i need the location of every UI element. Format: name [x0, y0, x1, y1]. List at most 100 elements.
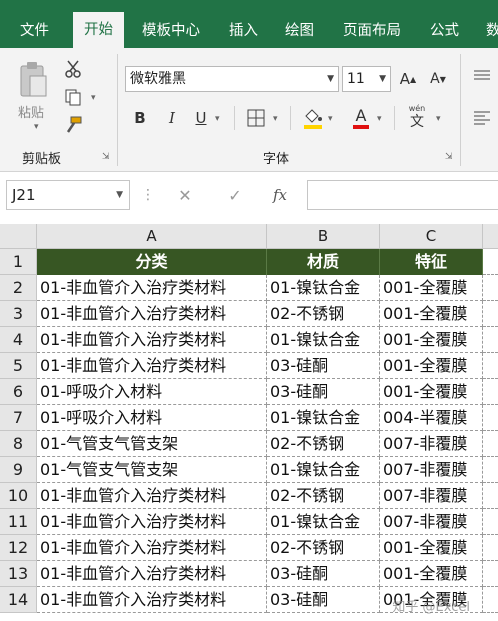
table-cell[interactable]: 03-硅酮 — [267, 587, 380, 613]
table-cell[interactable]: 007-非覆膜 — [380, 431, 483, 457]
row-header[interactable]: 12 — [0, 535, 37, 561]
empty-cell[interactable] — [483, 457, 498, 483]
font-color-dropdown-icon[interactable]: ▾ — [377, 114, 382, 124]
select-all-corner[interactable] — [0, 224, 37, 249]
align-left-icon[interactable] — [470, 106, 494, 130]
underline-dropdown-icon[interactable]: ▾ — [215, 114, 220, 124]
formula-input[interactable] — [307, 180, 498, 210]
row-header[interactable]: 3 — [0, 301, 37, 327]
italic-button[interactable]: I — [162, 106, 182, 130]
empty-cell[interactable] — [483, 379, 498, 405]
empty-cell[interactable] — [483, 509, 498, 535]
table-cell[interactable]: 007-非覆膜 — [380, 509, 483, 535]
empty-cell[interactable] — [483, 535, 498, 561]
table-cell[interactable]: 01-非血管介入治疗类材料 — [37, 587, 267, 613]
tab-template-center[interactable]: 模板中心 — [142, 0, 200, 48]
table-cell[interactable]: 03-硅酮 — [267, 561, 380, 587]
copy-dropdown-icon[interactable]: ▾ — [91, 93, 96, 103]
row-header[interactable]: 1 — [0, 249, 37, 275]
paste-label[interactable]: 粘贴 — [18, 102, 44, 121]
table-cell[interactable]: 01-非血管介入治疗类材料 — [37, 353, 267, 379]
table-cell[interactable]: 01-非血管介入治疗类材料 — [37, 301, 267, 327]
table-header-cell[interactable]: 特征 — [380, 249, 483, 275]
table-cell[interactable]: 001-全覆膜 — [380, 327, 483, 353]
empty-cell[interactable] — [483, 405, 498, 431]
table-cell[interactable]: 01-非血管介入治疗类材料 — [37, 275, 267, 301]
row-header[interactable]: 10 — [0, 483, 37, 509]
table-cell[interactable]: 01-镍钛合金 — [267, 509, 380, 535]
table-cell[interactable]: 01-呼吸介入材料 — [37, 379, 267, 405]
empty-cell[interactable] — [483, 249, 498, 275]
empty-cell[interactable] — [483, 561, 498, 587]
table-cell[interactable]: 02-不锈钢 — [267, 301, 380, 327]
phonetic-guide-icon[interactable]: wén 文 — [404, 102, 430, 132]
table-cell[interactable]: 03-硅酮 — [267, 379, 380, 405]
insert-function-button[interactable]: fx — [268, 184, 292, 206]
column-header-c[interactable]: C — [380, 224, 483, 249]
empty-cell[interactable] — [483, 327, 498, 353]
table-cell[interactable]: 001-全覆膜 — [380, 353, 483, 379]
tab-formulas[interactable]: 公式 — [430, 0, 459, 48]
fill-color-dropdown-icon[interactable]: ▾ — [328, 114, 333, 124]
phonetic-dropdown-icon[interactable]: ▾ — [436, 114, 441, 124]
table-cell[interactable]: 01-镍钛合金 — [267, 275, 380, 301]
empty-cell[interactable] — [483, 587, 498, 613]
borders-icon[interactable] — [245, 106, 267, 130]
table-cell[interactable]: 01-气管支气管支架 — [37, 457, 267, 483]
table-cell[interactable]: 01-镍钛合金 — [267, 457, 380, 483]
tab-data[interactable]: 数 — [486, 0, 498, 48]
table-cell[interactable]: 01-非血管介入治疗类材料 — [37, 483, 267, 509]
table-cell[interactable]: 007-非覆膜 — [380, 457, 483, 483]
row-header[interactable]: 9 — [0, 457, 37, 483]
table-cell[interactable]: 004-半覆膜 — [380, 405, 483, 431]
enter-icon[interactable]: ✓ — [224, 184, 246, 206]
row-header[interactable]: 6 — [0, 379, 37, 405]
font-size-select[interactable]: 11 ▼ — [342, 66, 391, 92]
tab-page-layout[interactable]: 页面布局 — [343, 0, 401, 48]
font-name-select[interactable]: 微软雅黑 ▼ — [125, 66, 339, 92]
paste-dropdown-icon[interactable]: ▾ — [34, 122, 39, 132]
clipboard-launcher-icon[interactable]: ⇲ — [102, 152, 110, 162]
row-header[interactable]: 4 — [0, 327, 37, 353]
table-header-cell[interactable]: 材质 — [267, 249, 380, 275]
empty-cell[interactable] — [483, 483, 498, 509]
row-header[interactable]: 2 — [0, 275, 37, 301]
row-header[interactable]: 11 — [0, 509, 37, 535]
tab-draw[interactable]: 绘图 — [285, 0, 314, 48]
table-cell[interactable]: 02-不锈钢 — [267, 535, 380, 561]
format-painter-icon[interactable] — [62, 114, 84, 136]
table-cell[interactable]: 001-全覆膜 — [380, 535, 483, 561]
cancel-icon[interactable]: ✕ — [174, 184, 196, 206]
table-cell[interactable]: 01-非血管介入治疗类材料 — [37, 535, 267, 561]
table-cell[interactable]: 01-镍钛合金 — [267, 405, 380, 431]
empty-cell[interactable] — [483, 353, 498, 379]
grow-font-icon[interactable]: A ▲ — [397, 66, 419, 92]
empty-cell[interactable] — [483, 301, 498, 327]
row-header[interactable]: 5 — [0, 353, 37, 379]
borders-dropdown-icon[interactable]: ▾ — [273, 114, 278, 124]
name-box[interactable]: J21 ▼ — [6, 180, 130, 210]
fill-color-icon[interactable] — [301, 104, 325, 132]
row-header[interactable]: 7 — [0, 405, 37, 431]
copy-icon[interactable] — [62, 86, 84, 108]
shrink-font-icon[interactable]: A ▼ — [427, 66, 449, 92]
top-align-icon[interactable] — [470, 66, 494, 90]
table-cell[interactable]: 001-全覆膜 — [380, 275, 483, 301]
table-cell[interactable]: 01-镍钛合金 — [267, 327, 380, 353]
tab-home[interactable]: 开始 — [73, 12, 124, 48]
underline-button[interactable]: U — [191, 106, 211, 130]
column-header-a[interactable]: A — [37, 224, 267, 249]
table-cell[interactable]: 01-非血管介入治疗类材料 — [37, 327, 267, 353]
column-header-b[interactable]: B — [267, 224, 380, 249]
cut-icon[interactable] — [62, 58, 84, 80]
table-cell[interactable]: 02-不锈钢 — [267, 483, 380, 509]
tab-file[interactable]: 文件 — [20, 0, 49, 48]
empty-cell[interactable] — [483, 431, 498, 457]
table-cell[interactable]: 01-呼吸介入材料 — [37, 405, 267, 431]
table-cell[interactable]: 01-非血管介入治疗类材料 — [37, 509, 267, 535]
empty-cell[interactable] — [483, 275, 498, 301]
table-cell[interactable]: 001-全覆膜 — [380, 301, 483, 327]
table-cell[interactable]: 001-全覆膜 — [380, 561, 483, 587]
row-header[interactable]: 8 — [0, 431, 37, 457]
table-cell[interactable]: 01-气管支气管支架 — [37, 431, 267, 457]
